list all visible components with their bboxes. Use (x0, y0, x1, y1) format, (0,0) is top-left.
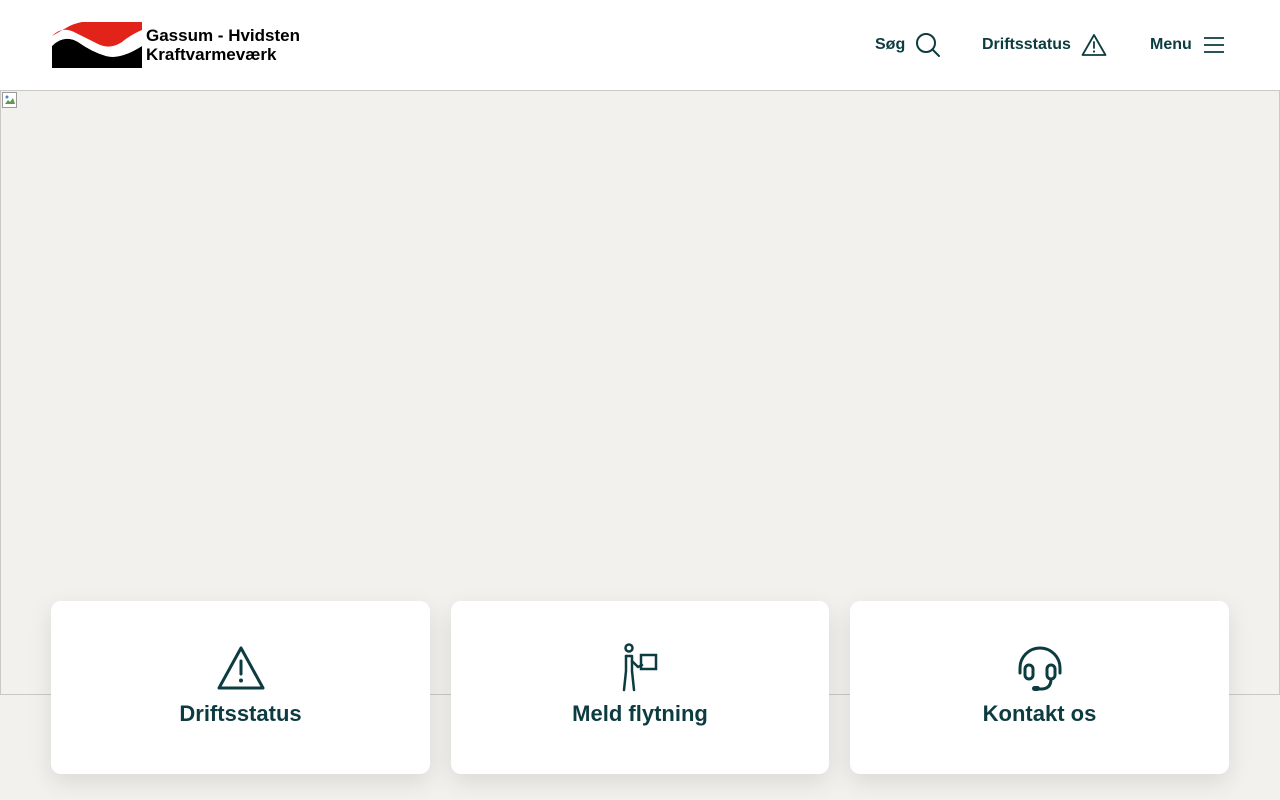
card-label: Meld flytning (572, 701, 708, 726)
status-button[interactable]: Driftsstatus (982, 0, 1107, 90)
hamburger-icon (1203, 37, 1224, 53)
logo-line-2: Kraftvarmeværk (146, 45, 277, 64)
menu-label: Menu (1150, 36, 1192, 53)
logo-line-1: Gassum - Hvidsten (146, 26, 300, 45)
headset-icon (1015, 643, 1065, 693)
logo-wave-mark (52, 22, 142, 68)
warning-icon (216, 643, 266, 693)
search-icon (916, 33, 941, 57)
menu-button[interactable]: Menu (1150, 0, 1226, 90)
person-moving-box-icon (615, 643, 665, 693)
status-label: Driftsstatus (982, 36, 1071, 53)
card-label: Driftsstatus (179, 701, 302, 726)
site-header: Gassum - Hvidsten Kraftvarmeværk Søg Dri… (0, 0, 1280, 90)
search-button[interactable]: Søg (875, 0, 941, 90)
warning-icon (1081, 34, 1107, 56)
card-kontakt-os[interactable]: Kontakt os (850, 601, 1229, 774)
card-meld-flytning[interactable]: Meld flytning (451, 601, 829, 774)
logo-text: Gassum - Hvidsten Kraftvarmeværk (146, 26, 300, 64)
broken-image-icon (2, 92, 17, 108)
card-label: Kontakt os (982, 701, 1097, 726)
site-logo[interactable]: Gassum - Hvidsten Kraftvarmeværk (52, 22, 300, 68)
search-label: Søg (875, 36, 906, 53)
card-driftsstatus[interactable]: Driftsstatus (51, 601, 430, 774)
